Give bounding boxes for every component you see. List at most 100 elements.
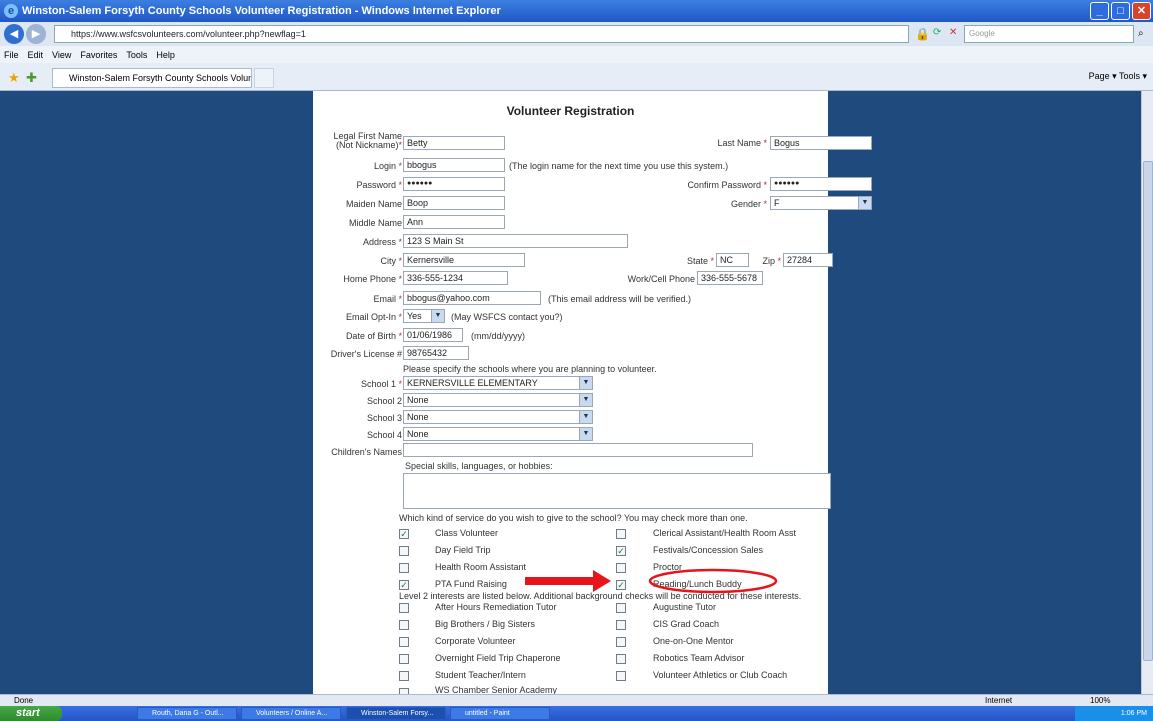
optin-note: (May WSFCS contact you?) xyxy=(451,312,563,322)
level2-label: WS Chamber Senior Academy xyxy=(435,685,558,694)
work-phone-field[interactable]: 336-555-5678 xyxy=(697,271,763,285)
city-label: City * xyxy=(380,256,402,266)
checkbox-level2[interactable] xyxy=(399,603,409,613)
checkbox-level2[interactable] xyxy=(616,671,626,681)
school3-select[interactable]: None ▼ xyxy=(403,410,593,424)
clock: 1:06 PM xyxy=(1120,710,1147,717)
page-viewport: Volunteer Registration Legal First Name(… xyxy=(0,91,1141,694)
dob-note: (mm/dd/yyyy) xyxy=(471,331,525,341)
chevron-down-icon: ▼ xyxy=(579,428,592,440)
password-label: Password * xyxy=(356,180,402,190)
checkbox-day-field-trip[interactable] xyxy=(399,546,409,556)
taskbar-item-ie[interactable]: Winston-Salem Forsy... xyxy=(346,707,446,720)
tab-bar: ★ ✚ Winston-Salem Forsyth County Schools… xyxy=(0,63,1153,91)
school1-label: School 1 * xyxy=(360,379,402,389)
level2-label: CIS Grad Coach xyxy=(653,619,720,629)
first-name-field[interactable]: Betty xyxy=(403,136,505,150)
last-name-field[interactable]: Bogus xyxy=(770,136,872,150)
children-field[interactable] xyxy=(403,443,753,457)
checkbox-level2[interactable] xyxy=(399,654,409,664)
checkbox-pta-fund[interactable]: ✓ xyxy=(399,580,409,590)
checkbox-level2[interactable] xyxy=(616,620,626,630)
search-icon[interactable]: ⌕ xyxy=(1138,28,1144,39)
maiden-name-field[interactable]: Boop xyxy=(403,196,505,210)
checkbox-level2[interactable] xyxy=(616,637,626,647)
checkbox-level2[interactable] xyxy=(616,654,626,664)
menu-view[interactable]: View xyxy=(52,50,71,60)
work-phone-label: Work/Cell Phone xyxy=(627,274,695,284)
minimize-button[interactable]: _ xyxy=(1090,2,1109,20)
page-title: Volunteer Registration xyxy=(506,104,635,118)
back-button[interactable]: ◀ xyxy=(4,24,24,44)
license-field[interactable]: 98765432 xyxy=(403,346,469,360)
gender-select[interactable]: F ▼ xyxy=(770,196,872,210)
dob-field[interactable]: 01/06/1986 xyxy=(403,328,463,342)
refresh-icon[interactable]: ⟳ xyxy=(933,27,941,38)
zip-field[interactable]: 27284 xyxy=(783,253,833,267)
forward-button[interactable]: ▶ xyxy=(26,24,46,44)
add-favorites-icon[interactable]: ✚ xyxy=(26,70,37,86)
level2-label: One-on-One Mentor xyxy=(653,636,734,646)
home-phone-field[interactable]: 336-555-1234 xyxy=(403,271,508,285)
skills-textarea[interactable] xyxy=(403,473,831,509)
confirm-password-field[interactable]: ●●●●●● xyxy=(770,177,872,191)
window-title: Winston-Salem Forsyth County Schools Vol… xyxy=(22,5,501,17)
menu-file[interactable]: File xyxy=(4,50,19,60)
middle-name-field[interactable]: Ann xyxy=(403,215,505,229)
menu-bar: File Edit View Favorites Tools Help xyxy=(0,46,1153,63)
zoom-level[interactable]: 100% xyxy=(1090,695,1110,706)
stop-icon[interactable]: ✕ xyxy=(949,27,957,38)
login-label: Login * xyxy=(373,161,402,171)
menu-tools[interactable]: Tools xyxy=(126,50,147,60)
first-name-label: Legal First Name (Not Nickname)* xyxy=(333,131,402,150)
checkbox-festivals[interactable]: ✓ xyxy=(616,546,626,556)
school1-select[interactable]: KERNERSVILLE ELEMENTARY ▼ xyxy=(403,376,593,390)
favorites-star-icon[interactable]: ★ xyxy=(8,70,20,86)
maximize-button[interactable]: □ xyxy=(1111,2,1130,20)
chevron-down-icon: ▼ xyxy=(431,310,444,322)
city-field[interactable]: Kernersville xyxy=(403,253,525,267)
start-button[interactable]: start xyxy=(0,706,62,721)
taskbar-item-volunteers[interactable]: Volunteers / Online A... xyxy=(241,707,341,720)
checkbox-level2[interactable] xyxy=(399,620,409,630)
menu-help[interactable]: Help xyxy=(156,50,175,60)
checkbox-level2[interactable] xyxy=(399,637,409,647)
service-label: Day Field Trip xyxy=(435,545,491,555)
url-input[interactable]: https://www.wsfcsvolunteers.com/voluntee… xyxy=(54,25,909,43)
taskbar-item-paint[interactable]: untitled - Paint xyxy=(450,707,550,720)
checkbox-health-room[interactable] xyxy=(399,563,409,573)
login-note: (The login name for the next time you us… xyxy=(509,161,729,171)
command-bar[interactable]: Page ▾ Tools ▾ xyxy=(1089,71,1147,82)
school4-select[interactable]: None ▼ xyxy=(403,427,593,441)
lock-icon[interactable]: 🔒 xyxy=(915,27,930,41)
service-label: Clerical Assistant/Health Room Asst xyxy=(653,528,797,538)
checkbox-level2[interactable] xyxy=(616,603,626,613)
login-field[interactable]: bbogus xyxy=(403,158,505,172)
close-button[interactable]: ✕ xyxy=(1132,2,1151,20)
tab-active[interactable]: Winston-Salem Forsyth County Schools Vol… xyxy=(52,68,252,88)
service-label: PTA Fund Raising xyxy=(435,579,507,589)
service-label: Health Room Assistant xyxy=(435,562,527,572)
ie-logo-icon: e xyxy=(4,4,18,18)
menu-favorites[interactable]: Favorites xyxy=(80,50,117,60)
zone-text: Internet xyxy=(985,696,1013,705)
chevron-down-icon: ▼ xyxy=(579,394,592,406)
email-field[interactable]: bbogus@yahoo.com xyxy=(403,291,541,305)
checkbox-level2[interactable] xyxy=(399,671,409,681)
scrollbar-thumb[interactable] xyxy=(1143,161,1153,661)
email-optin-select[interactable]: Yes ▼ xyxy=(403,309,445,323)
search-input[interactable]: Google xyxy=(964,25,1134,43)
checkbox-clerical[interactable] xyxy=(616,529,626,539)
menu-edit[interactable]: Edit xyxy=(28,50,44,60)
taskbar-item-outlook[interactable]: Routh, Dana G - Outl... xyxy=(137,707,237,720)
address-field[interactable]: 123 S Main St xyxy=(403,234,628,248)
state-field[interactable]: NC xyxy=(716,253,749,267)
new-tab-button[interactable] xyxy=(254,68,274,88)
page-scrollbar[interactable] xyxy=(1141,91,1153,694)
school1-value: KERNERSVILLE ELEMENTARY xyxy=(407,378,538,388)
level2-label: Robotics Team Advisor xyxy=(653,653,745,663)
registration-page: Volunteer Registration Legal First Name(… xyxy=(313,91,872,694)
password-field[interactable]: ●●●●●● xyxy=(403,177,505,191)
school2-select[interactable]: None ▼ xyxy=(403,393,593,407)
checkbox-class-volunteer[interactable]: ✓ xyxy=(399,529,409,539)
